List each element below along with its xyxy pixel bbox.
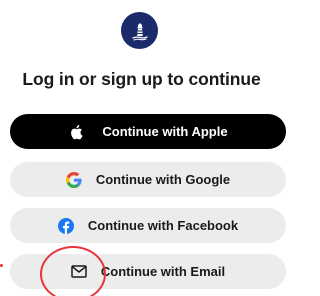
- continue-with-email-label: Continue with Email: [100, 264, 226, 279]
- apple-icon: [68, 124, 84, 140]
- continue-with-apple-button[interactable]: Continue with Apple: [10, 114, 286, 149]
- google-icon: [65, 171, 82, 188]
- continue-with-facebook-label: Continue with Facebook: [87, 218, 239, 233]
- lighthouse-icon: [131, 22, 148, 40]
- login-page: Log in or sign up to continue Continue w…: [0, 0, 286, 296]
- continue-with-email-button[interactable]: Continue with Email: [10, 254, 286, 289]
- app-logo-icon: [121, 12, 158, 49]
- continue-with-apple-label: Continue with Apple: [102, 124, 228, 139]
- mail-icon: [71, 264, 87, 280]
- continue-with-google-button[interactable]: Continue with Google: [10, 162, 286, 197]
- continue-with-google-label: Continue with Google: [95, 172, 231, 187]
- red-edge-mark: [0, 264, 3, 267]
- facebook-icon: [57, 217, 74, 234]
- page-title: Log in or sign up to continue: [22, 69, 261, 89]
- continue-with-facebook-button[interactable]: Continue with Facebook: [10, 208, 286, 243]
